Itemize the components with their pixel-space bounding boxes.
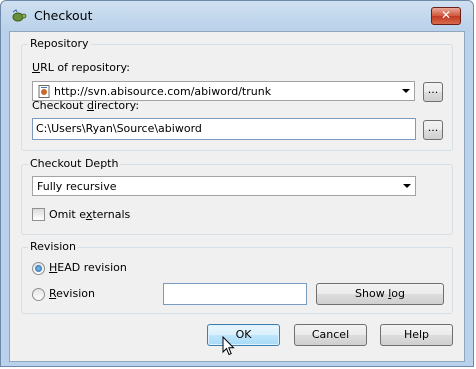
checkout-depth-group-label: Checkout Depth	[28, 157, 121, 170]
window-title: Checkout	[34, 8, 93, 23]
checkout-directory-label: Checkout directory:	[32, 99, 140, 112]
omit-externals-checkbox[interactable]	[32, 208, 45, 221]
svn-url-icon	[38, 85, 50, 98]
help-button[interactable]: Help	[380, 324, 453, 346]
head-revision-label[interactable]: HEAD revision	[49, 261, 127, 274]
url-browse-button[interactable]: ...	[423, 82, 443, 102]
omit-externals-label[interactable]: Omit externals	[49, 208, 130, 221]
ok-button[interactable]: OK	[207, 324, 280, 346]
cancel-button[interactable]: Cancel	[294, 324, 367, 346]
url-label: URL of repository:	[32, 61, 130, 74]
checkout-dialog: Checkout ✕ Repository URL of repository:…	[0, 0, 474, 367]
url-value: http://svn.abisource.com/abiword/trunk	[54, 85, 272, 98]
checkout-depth-select[interactable]: Fully recursive	[32, 176, 416, 196]
url-combobox[interactable]: http://svn.abisource.com/abiword/trunk	[32, 81, 415, 101]
close-button[interactable]: ✕	[431, 7, 461, 25]
revision-group: Revision HEAD revision Revision Show log	[21, 240, 453, 314]
tortoise-icon	[12, 9, 27, 22]
dialog-body: Repository URL of repository: http://svn…	[9, 31, 465, 362]
mouse-cursor-icon	[222, 336, 235, 356]
revision-label[interactable]: Revision	[49, 287, 95, 300]
checkout-directory-input[interactable]: C:\Users\Ryan\Source\abiword	[32, 118, 416, 140]
revision-radio[interactable]	[32, 288, 45, 301]
show-log-button[interactable]: Show log	[316, 283, 444, 305]
repository-group-label: Repository	[28, 37, 91, 50]
repository-group: Repository URL of repository: http://svn…	[21, 37, 453, 151]
head-revision-radio[interactable]	[32, 262, 45, 275]
close-icon: ✕	[440, 8, 452, 22]
revision-input[interactable]	[163, 283, 307, 305]
checkout-depth-group: Checkout Depth Fully recursive Omit exte…	[21, 157, 453, 235]
directory-browse-button[interactable]: ...	[423, 120, 443, 140]
revision-group-label: Revision	[28, 240, 78, 253]
chevron-down-icon[interactable]	[402, 89, 410, 93]
chevron-down-icon[interactable]	[403, 184, 411, 188]
title-bar[interactable]: Checkout ✕	[1, 1, 473, 31]
checkout-depth-value: Fully recursive	[37, 180, 117, 193]
